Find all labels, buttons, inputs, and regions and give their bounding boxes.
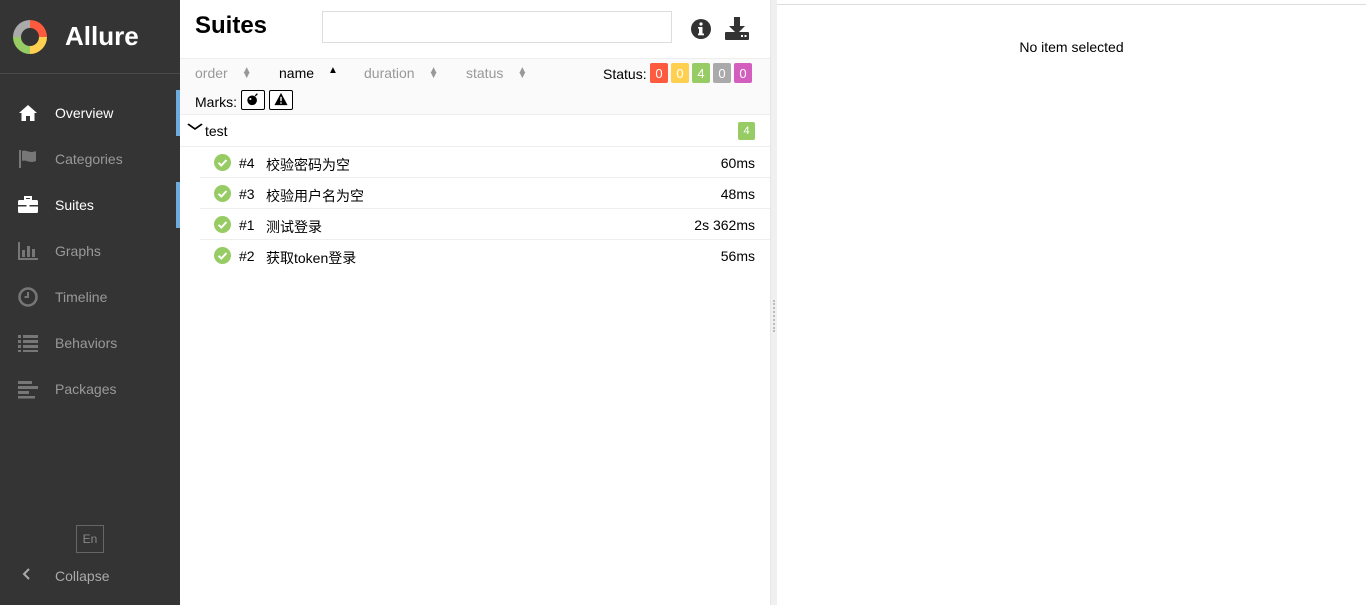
- sort-name-button[interactable]: name ▲▼: [279, 65, 338, 81]
- test-number: #3: [239, 186, 255, 202]
- passed-icon: [214, 185, 231, 202]
- sidebar-item-label: Timeline: [55, 289, 108, 305]
- test-name: 校验密码为空: [266, 157, 350, 173]
- pane-splitter[interactable]: [770, 0, 777, 605]
- test-duration: 48ms: [720, 186, 755, 202]
- sort-label: status: [466, 65, 504, 81]
- download-icon[interactable]: [724, 15, 749, 40]
- allure-report: Allure Overview Categories Suites Graphs…: [0, 0, 1366, 605]
- passed-count-toggle[interactable]: 4: [692, 63, 710, 83]
- sidebar-item-label: Behaviors: [55, 335, 118, 351]
- test-name: 获取token登录: [266, 250, 357, 266]
- sort-label: duration: [364, 65, 415, 81]
- test-row[interactable]: #3 校验用户名为空 48ms: [200, 178, 770, 209]
- test-row[interactable]: #2 获取token登录 56ms: [200, 240, 770, 271]
- status-filter-label: Status:: [603, 66, 647, 82]
- sort-icon: ▲ ▼: [517, 65, 528, 81]
- sort-label: name: [279, 65, 315, 81]
- sidebar-item-label: Suites: [55, 197, 94, 213]
- flag-icon: [17, 148, 39, 170]
- align-left-icon: [17, 378, 39, 400]
- drag-handle-icon: [773, 300, 775, 332]
- passed-icon: [214, 216, 231, 233]
- test-duration: 56ms: [720, 248, 755, 264]
- chevron-down-icon: [187, 121, 204, 136]
- detail-pane: No item selected: [777, 4, 1366, 605]
- test-row[interactable]: #1 测试登录 2s 362ms: [200, 209, 770, 240]
- sidebar-item-label: Graphs: [55, 243, 101, 259]
- pane-header: Suites: [180, 0, 770, 59]
- collapse-button[interactable]: Collapse: [0, 564, 109, 588]
- brand[interactable]: Allure: [0, 0, 180, 74]
- sidebar: Allure Overview Categories Suites Graphs…: [0, 0, 180, 605]
- test-name: 校验用户名为空: [266, 188, 364, 204]
- test-row[interactable]: #4 校验密码为空 60ms: [200, 147, 770, 178]
- test-number: #4: [239, 155, 255, 171]
- sidebar-item-packages[interactable]: Packages: [0, 366, 180, 412]
- unknown-count-toggle[interactable]: 0: [734, 63, 752, 83]
- suite-count-badge: 4: [738, 122, 755, 140]
- briefcase-icon: [17, 194, 39, 216]
- sidebar-item-graphs[interactable]: Graphs: [0, 228, 180, 274]
- test-duration: 2s 362ms: [694, 217, 755, 233]
- brand-title: Allure: [65, 21, 139, 51]
- info-icon[interactable]: [689, 17, 713, 41]
- list-icon: [17, 332, 39, 354]
- sort-duration-button[interactable]: duration ▲ ▼: [364, 65, 439, 81]
- bomb-icon: [246, 92, 260, 109]
- suite-name: test: [205, 123, 228, 139]
- sidebar-item-suites[interactable]: Suites: [0, 182, 180, 228]
- flaky-mark-toggle[interactable]: [241, 90, 265, 110]
- sort-label: order: [195, 65, 228, 81]
- page-title: Suites: [195, 12, 268, 39]
- new-failed-mark-toggle[interactable]: [269, 90, 293, 110]
- suite-group[interactable]: test 4: [180, 115, 770, 147]
- search-input[interactable]: [322, 11, 672, 43]
- allure-logo-icon: [13, 19, 47, 54]
- chevron-left-icon: [20, 567, 34, 586]
- marks-label: Marks:: [195, 94, 237, 110]
- sort-asc-icon: ▲▼: [328, 65, 338, 76]
- sort-status-button[interactable]: status ▲ ▼: [466, 65, 527, 81]
- failed-count-toggle[interactable]: 0: [650, 63, 668, 83]
- test-duration: 60ms: [720, 155, 755, 171]
- sidebar-item-behaviors[interactable]: Behaviors: [0, 320, 180, 366]
- suites-pane: Suites order ▲▼ name ▲▼ duration ▲▼: [180, 0, 770, 605]
- test-number: #1: [239, 217, 255, 233]
- sort-order-button[interactable]: order ▲ ▼: [195, 65, 252, 81]
- sidebar-item-label: Categories: [55, 151, 123, 167]
- skipped-count-toggle[interactable]: 0: [713, 63, 731, 83]
- passed-icon: [214, 247, 231, 264]
- test-name: 测试登录: [266, 219, 322, 235]
- sidebar-item-overview[interactable]: Overview: [0, 90, 180, 136]
- bar-chart-icon: [17, 240, 39, 262]
- status-filter: 0 0 4 0 0: [650, 63, 752, 83]
- sidebar-item-label: Overview: [55, 105, 114, 121]
- sidebar-item-timeline[interactable]: Timeline: [0, 274, 180, 320]
- sidebar-item-label: Packages: [55, 381, 117, 397]
- passed-icon: [214, 154, 231, 171]
- broken-count-toggle[interactable]: 0: [671, 63, 689, 83]
- sidebar-item-categories[interactable]: Categories: [0, 136, 180, 182]
- sort-icon: ▲ ▼: [241, 65, 252, 81]
- collapse-label: Collapse: [55, 568, 110, 584]
- home-icon: [17, 102, 39, 124]
- clock-icon: [17, 286, 39, 308]
- warning-icon: [274, 92, 288, 109]
- sort-icon: ▲ ▼: [428, 65, 439, 81]
- test-number: #2: [239, 248, 255, 264]
- language-button[interactable]: En: [76, 525, 104, 553]
- sidebar-nav: Overview Categories Suites Graphs Timeli…: [0, 90, 180, 412]
- sort-toolbar: order ▲▼ name ▲▼ duration ▲▼ status ▲▼ S…: [180, 59, 770, 115]
- empty-state-text: No item selected: [1019, 39, 1124, 55]
